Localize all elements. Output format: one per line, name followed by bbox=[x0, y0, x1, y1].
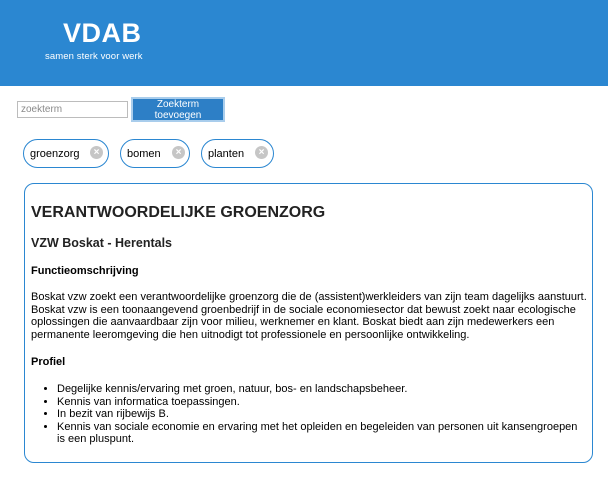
search-input[interactable] bbox=[17, 101, 128, 118]
profile-heading: Profiel bbox=[31, 356, 66, 368]
logo-text: VDAB bbox=[63, 18, 142, 48]
profile-list: Degelijke kennis/ervaring met groen, nat… bbox=[57, 383, 587, 446]
list-item: Degelijke kennis/ervaring met groen, nat… bbox=[57, 383, 587, 396]
tag-label: groenzorg bbox=[30, 148, 80, 160]
tag-label: planten bbox=[208, 148, 245, 160]
close-circle-icon[interactable]: × bbox=[90, 146, 103, 159]
job-description: Boskat vzw zoekt een verantwoordelijke g… bbox=[31, 291, 587, 341]
vdab-logo[interactable]: VDAB samen sterk voor werk bbox=[45, 19, 143, 62]
tag-label: bomen bbox=[127, 148, 161, 160]
list-item: Kennis van sociale economie en ervaring … bbox=[57, 421, 587, 446]
add-search-term-button[interactable]: Zoekterm toevoegen bbox=[131, 97, 225, 122]
description-heading: Functieomschrijving bbox=[31, 265, 139, 277]
site-header: VDAB samen sterk voor werk bbox=[0, 0, 608, 86]
logo-tagline: samen sterk voor werk bbox=[45, 51, 143, 62]
close-circle-icon[interactable]: × bbox=[172, 146, 185, 159]
job-card: VERANTWOORDELIJKE GROENZORG VZW Boskat -… bbox=[24, 183, 593, 463]
company-name: VZW Boskat - Herentals bbox=[31, 236, 173, 250]
tag-chip: bomen × bbox=[120, 139, 190, 168]
tag-chip: planten × bbox=[201, 139, 274, 168]
list-item: Kennis van informatica toepassingen. bbox=[57, 396, 587, 409]
job-title: VERANTWOORDELIJKE GROENZORG bbox=[31, 204, 326, 221]
close-circle-icon[interactable]: × bbox=[255, 146, 268, 159]
tag-chip: groenzorg × bbox=[23, 139, 109, 168]
list-item: In bezit van rijbewijs B. bbox=[57, 408, 587, 421]
